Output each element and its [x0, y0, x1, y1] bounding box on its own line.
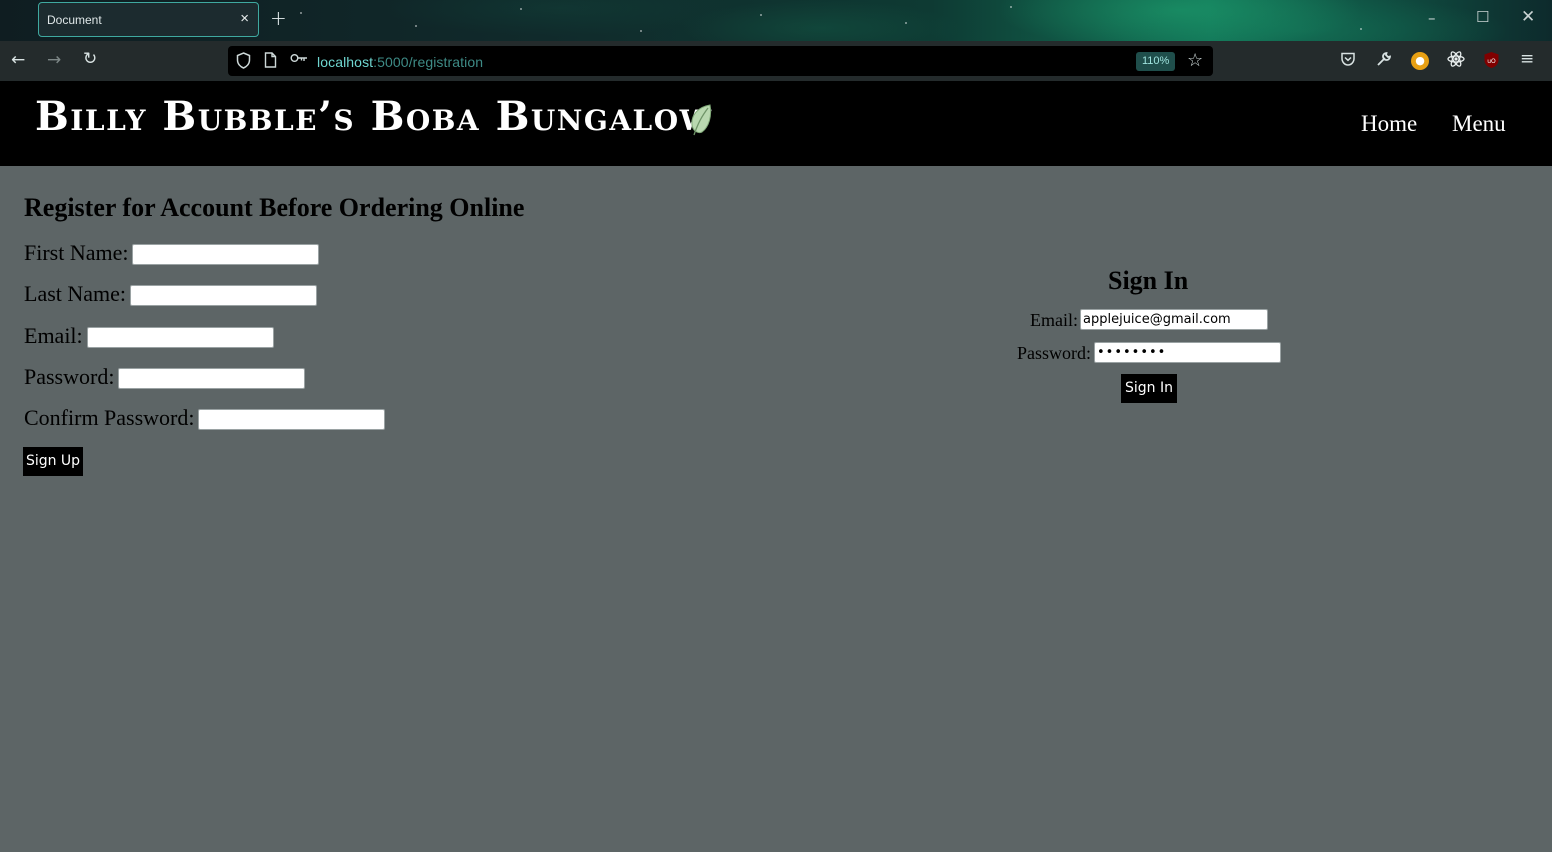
password-label: Password:	[24, 364, 115, 389]
signin-password-input[interactable]: ••••••••	[1094, 342, 1281, 363]
maximize-icon[interactable]: ☐	[1476, 8, 1489, 26]
password-input[interactable]	[118, 368, 305, 389]
page-icon	[264, 52, 277, 72]
last-name-input[interactable]	[130, 285, 317, 306]
tab-title: Document	[47, 13, 102, 27]
first-name-input[interactable]	[132, 244, 319, 265]
browser-tab-strip: Document × + – ☐ ✕	[0, 0, 1552, 41]
email-label: Email:	[24, 323, 83, 348]
close-icon[interactable]: ×	[240, 10, 249, 27]
background-star	[640, 30, 642, 32]
url-path: :5000/registration	[373, 54, 484, 70]
zoom-level-badge[interactable]: 110%	[1136, 52, 1176, 71]
sign-in-button[interactable]: Sign In	[1121, 374, 1177, 403]
forward-icon[interactable]: →	[47, 50, 61, 70]
confirm-password-input[interactable]	[198, 409, 385, 430]
first-name-label: First Name:	[24, 240, 129, 265]
browser-toolbar: ← → ↻ localhost:5000/registration 110% ☆…	[0, 41, 1552, 81]
svg-text:uO: uO	[1487, 58, 1496, 65]
react-icon[interactable]	[1447, 50, 1465, 73]
shield-icon[interactable]	[236, 52, 251, 73]
back-icon[interactable]: ←	[11, 50, 25, 70]
nav-menu-link[interactable]: Menu	[1452, 111, 1506, 137]
background-star	[300, 12, 302, 14]
site-brand[interactable]: Billy Bubble’s Boba Bungalow	[35, 93, 713, 140]
site-header: Billy Bubble’s Boba Bungalow Home Menu	[0, 81, 1552, 166]
hamburger-menu-icon[interactable]: ≡	[1520, 49, 1534, 69]
new-tab-icon[interactable]: +	[270, 6, 287, 30]
leaf-icon	[688, 103, 714, 142]
nav-home-link[interactable]: Home	[1361, 111, 1417, 137]
pocket-icon[interactable]	[1340, 51, 1356, 72]
url-text[interactable]: localhost:5000/registration	[317, 54, 483, 70]
minimize-icon[interactable]: –	[1428, 9, 1436, 27]
signin-title: Sign In	[1108, 266, 1189, 295]
reload-icon[interactable]: ↻	[83, 49, 97, 69]
confirm-password-label: Confirm Password:	[24, 405, 195, 430]
background-star	[1010, 6, 1012, 8]
ublock-icon[interactable]: uO	[1483, 51, 1500, 74]
email-input[interactable]	[87, 327, 274, 348]
background-star	[1360, 28, 1362, 30]
window-close-icon[interactable]: ✕	[1521, 7, 1535, 27]
background-star	[760, 14, 762, 16]
signin-password-label: Password:	[1017, 343, 1092, 363]
wrench-icon[interactable]	[1376, 51, 1392, 72]
background-star	[905, 22, 907, 24]
extension-icon[interactable]: ●	[1411, 52, 1429, 70]
key-icon[interactable]	[290, 52, 308, 68]
url-bar[interactable]: localhost:5000/registration 110% ☆	[228, 46, 1213, 76]
background-star	[415, 25, 417, 27]
background-star	[520, 8, 522, 10]
registration-title: Register for Account Before Ordering Onl…	[24, 193, 525, 222]
sign-up-button[interactable]: Sign Up	[23, 447, 83, 476]
browser-tab[interactable]: Document ×	[38, 2, 259, 37]
star-icon[interactable]: ☆	[1187, 50, 1203, 71]
last-name-label: Last Name:	[24, 281, 127, 306]
signin-email-input[interactable]: applejuice@gmail.com	[1080, 309, 1268, 330]
signin-email-label: Email:	[1030, 310, 1078, 330]
url-host: localhost	[317, 54, 374, 70]
